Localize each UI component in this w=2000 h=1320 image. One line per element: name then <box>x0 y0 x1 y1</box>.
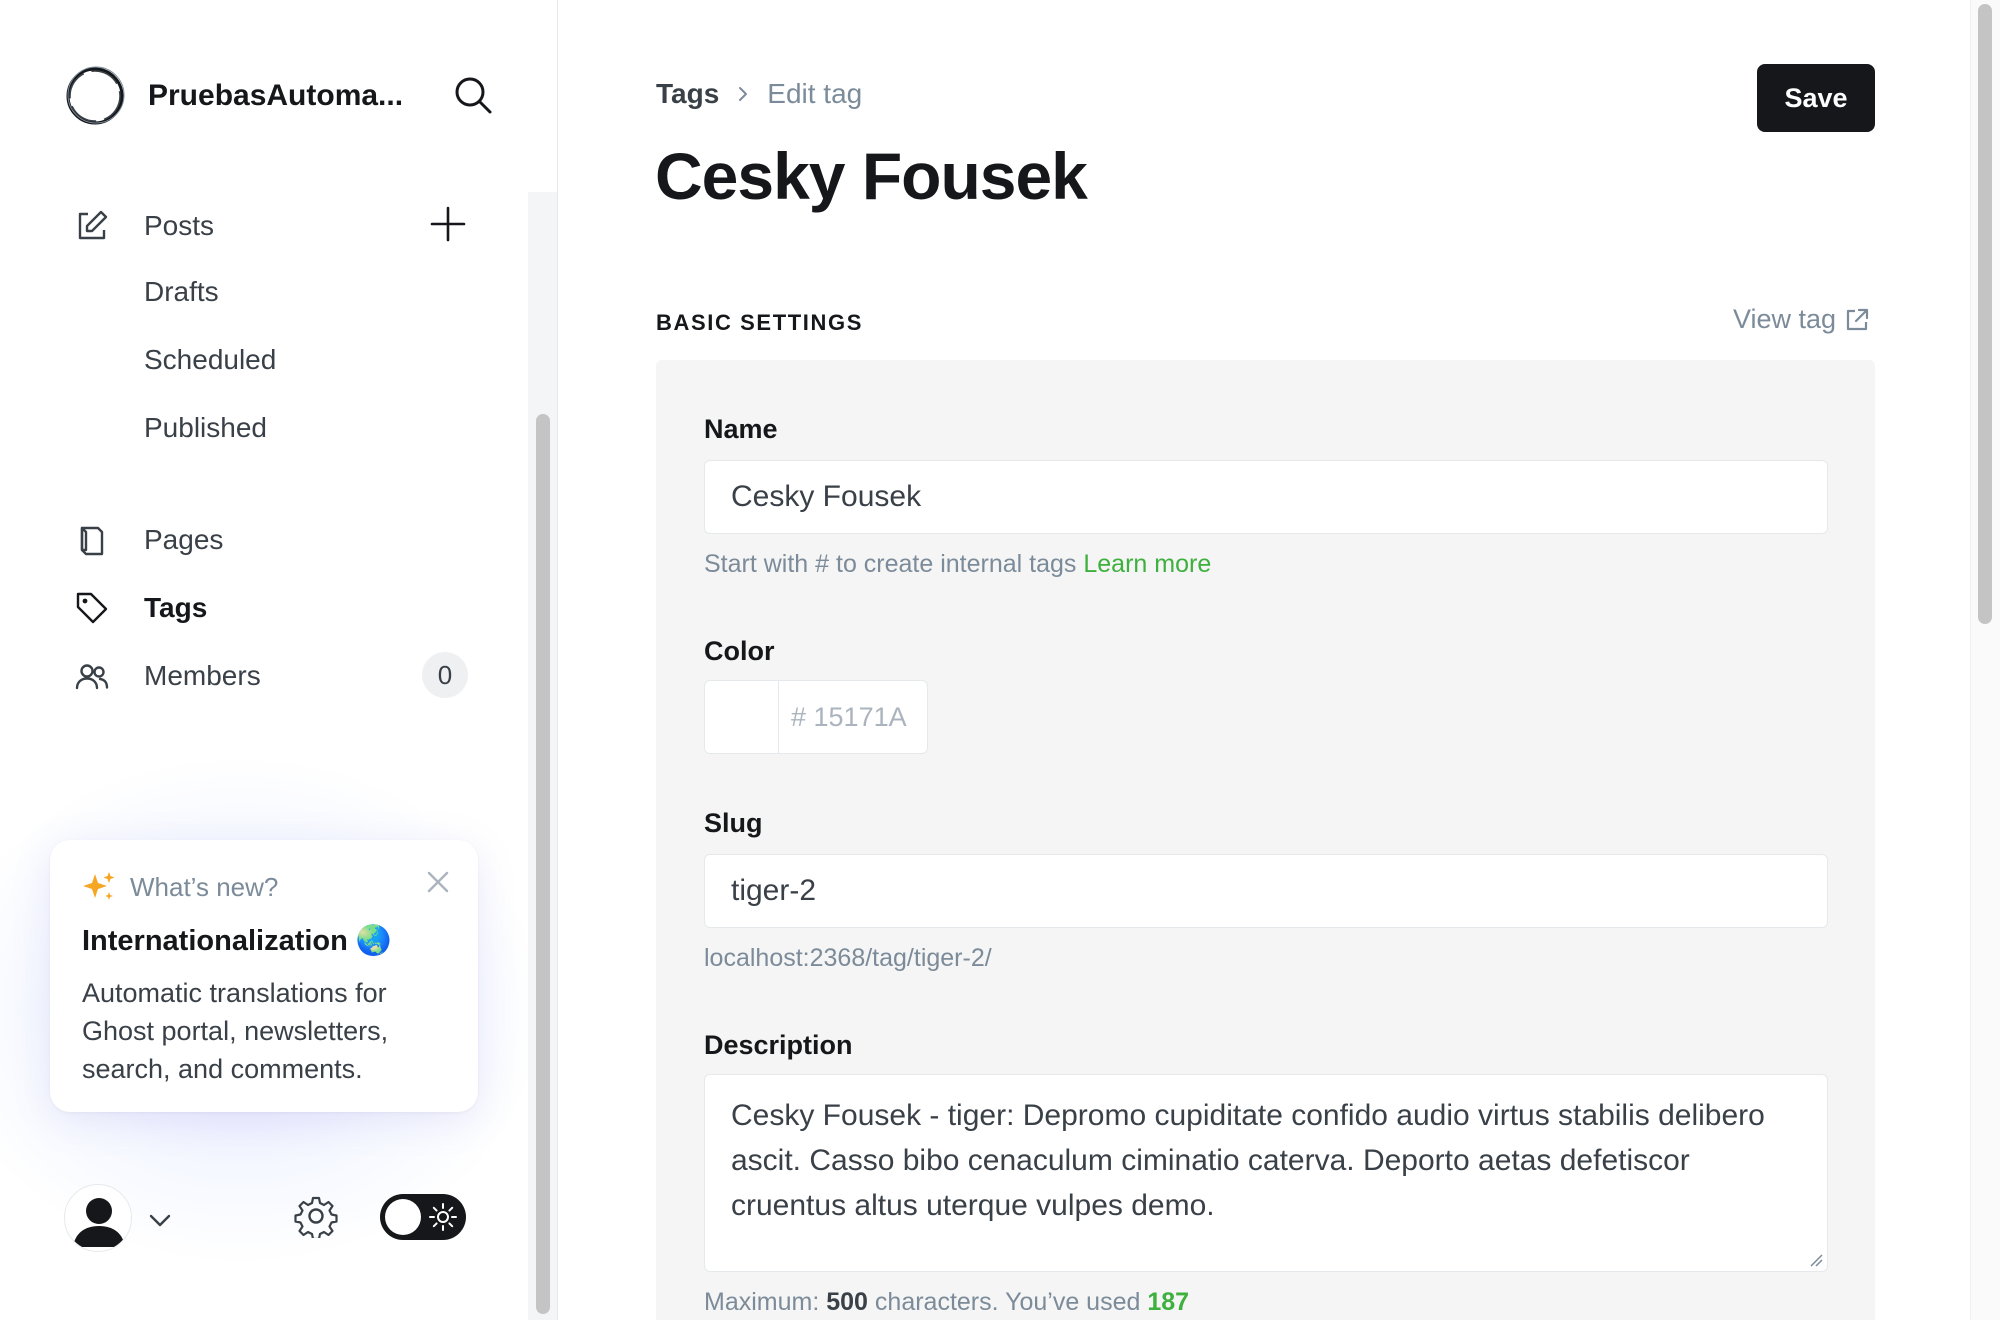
chevron-down-icon[interactable] <box>146 1206 174 1234</box>
name-hint-text: Start with # to create internal tags <box>704 550 1077 578</box>
whats-new-body: Automatic translations for Ghost portal,… <box>82 978 389 1084</box>
resize-handle-icon[interactable] <box>1807 1251 1823 1267</box>
color-input[interactable]: # 15171A <box>779 681 927 753</box>
theme-toggle[interactable] <box>380 1194 466 1240</box>
brand-logo-icon <box>66 66 125 125</box>
slug-label: Slug <box>704 808 763 838</box>
external-link-icon <box>1846 308 1869 330</box>
counter-used: 187 <box>1147 1288 1190 1316</box>
color-picker[interactable]: # 15171A <box>704 680 928 754</box>
sidebar-item-published[interactable]: Published <box>144 404 267 452</box>
page-scrollbar-thumb[interactable] <box>1978 4 1992 624</box>
whats-new-heading: What’s new? <box>82 870 446 904</box>
slug-url: localhost:2368/tag/tiger-2/ <box>704 944 992 972</box>
whats-new-card[interactable]: What’s new? Internationalization 🌏 Autom… <box>50 840 478 1112</box>
breadcrumb: Tags Edit tag <box>656 78 862 110</box>
whats-new-label: What’s new? <box>130 871 279 902</box>
avatar[interactable] <box>64 1184 132 1252</box>
sidebar-scrollbar-thumb[interactable] <box>536 414 550 1314</box>
slug-input[interactable]: tiger-2 <box>704 854 1828 928</box>
gear-icon[interactable] <box>294 1194 338 1238</box>
sidebar-item-label: Posts <box>144 210 215 241</box>
sidebar-item-members[interactable]: Members <box>74 652 261 700</box>
sidebar-item-scheduled[interactable]: Scheduled <box>144 336 276 384</box>
whats-new-title: Internationalization 🌏 <box>82 925 393 957</box>
name-label: Name <box>704 414 778 444</box>
view-tag-link[interactable]: View tag <box>1733 304 1870 335</box>
color-swatch[interactable] <box>705 681 779 753</box>
edit-icon <box>74 208 110 244</box>
plus-icon[interactable] <box>428 204 468 244</box>
sidebar-item-pages[interactable]: Pages <box>74 516 223 564</box>
sidebar-item-label: Members <box>144 660 261 691</box>
sidebar-item-posts[interactable]: Posts <box>74 202 214 250</box>
tag-icon <box>74 590 110 626</box>
counter-mid: characters. You’ve used <box>874 1288 1141 1316</box>
sidebar: PruebasAutoma... Posts Drafts Scheduled … <box>0 0 558 1320</box>
description-counter: Maximum: 500 characters. You’ve used 187 <box>704 1288 1189 1317</box>
user-icon <box>73 1198 125 1247</box>
view-tag-label: View tag <box>1733 304 1837 334</box>
description-text: Cesky Fousek - tiger: Depromo cupiditate… <box>731 1099 1765 1222</box>
basic-settings-panel: Name Cesky Fousek Start with # to create… <box>656 360 1875 1320</box>
search-icon[interactable] <box>452 74 494 116</box>
toggle-knob <box>385 1199 421 1235</box>
color-label: Color <box>704 636 775 666</box>
brand-name: PruebasAutoma... <box>148 79 404 112</box>
page-title: Cesky Fousek <box>655 139 1088 213</box>
learn-more-link[interactable]: Learn more <box>1083 550 1211 578</box>
members-count-badge: 0 <box>422 652 468 698</box>
description-textarea[interactable]: Cesky Fousek - tiger: Depromo cupiditate… <box>704 1074 1828 1272</box>
counter-max: 500 <box>826 1288 868 1316</box>
breadcrumb-tags-link[interactable]: Tags <box>656 78 719 110</box>
sidebar-item-label: Pages <box>144 524 224 555</box>
sidebar-item-label: Tags <box>144 592 208 623</box>
breadcrumb-current: Edit tag <box>767 78 863 109</box>
members-icon <box>74 658 110 694</box>
section-label: BASIC SETTINGS <box>656 310 863 335</box>
counter-prefix: Maximum: <box>704 1288 820 1316</box>
page-icon <box>74 522 110 558</box>
sparkle-icon <box>83 872 115 900</box>
chevron-right-icon <box>739 87 748 101</box>
description-label: Description <box>704 1030 853 1060</box>
sidebar-item-tags[interactable]: Tags <box>74 584 207 632</box>
save-button[interactable]: Save <box>1757 64 1875 132</box>
close-icon[interactable] <box>424 868 452 896</box>
brand[interactable]: PruebasAutoma... <box>64 64 418 128</box>
name-hint: Start with # to create internal tags Lea… <box>704 550 1211 579</box>
main-content: Tags Edit tag Cesky Fousek Save BASIC SE… <box>559 0 1970 1320</box>
name-input[interactable]: Cesky Fousek <box>704 460 1828 534</box>
sidebar-item-drafts[interactable]: Drafts <box>144 268 219 316</box>
sun-icon <box>429 1203 457 1231</box>
